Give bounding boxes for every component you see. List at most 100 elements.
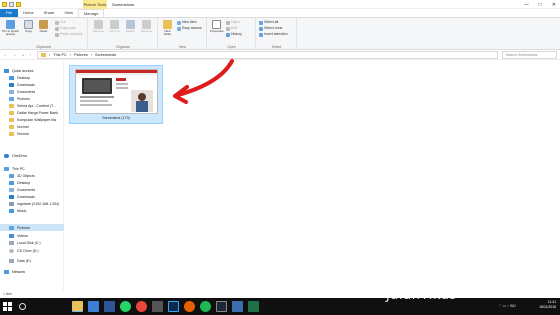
address-bar[interactable]: › This PC › Pictures › Screenshots xyxy=(37,51,498,59)
properties-icon[interactable] xyxy=(9,2,14,7)
nav-label: Normal xyxy=(17,131,29,136)
tab-view[interactable]: View xyxy=(59,9,78,17)
minimize-icon[interactable]: — xyxy=(524,2,529,8)
breadcrumb-pictures[interactable]: Pictures xyxy=(74,53,88,57)
tab-share[interactable]: Share xyxy=(39,9,60,17)
nav-documents[interactable]: Documents xyxy=(0,186,64,193)
invert-selection-button[interactable]: Invert selection xyxy=(259,32,288,37)
open-button[interactable]: Open xyxy=(226,20,240,25)
pictures-app-icon[interactable] xyxy=(232,301,243,312)
ribbon: Pin to Quick access Copy Paste Cut Copy … xyxy=(0,17,560,50)
nav-this-pc[interactable]: This PC xyxy=(0,165,64,172)
photoshop-icon[interactable] xyxy=(168,301,179,312)
tab-manage[interactable]: Manage xyxy=(77,9,105,17)
firefox-icon[interactable] xyxy=(184,301,195,312)
nav-folder[interactable]: Normal xyxy=(0,123,64,130)
nav-label: Desktop xyxy=(17,75,31,80)
store-icon[interactable] xyxy=(88,301,99,312)
select-none-button[interactable]: Select none xyxy=(259,26,283,31)
nav-data-drive[interactable]: Data (E:) xyxy=(0,257,64,264)
search-input[interactable]: Search Screenshots xyxy=(502,51,557,59)
breadcrumb-screenshots[interactable]: Screenshots xyxy=(95,53,116,57)
nav-label: mgshare (\\192.168.1.254) xyxy=(17,201,60,206)
file-item-selected[interactable]: Screenshot (170) xyxy=(69,65,163,124)
copy-path-button[interactable]: Copy path xyxy=(55,26,76,31)
nav-desktop[interactable]: Desktop xyxy=(0,74,64,81)
up-icon[interactable]: ↑ xyxy=(29,52,32,58)
select-none-label: Select none xyxy=(264,26,283,30)
recent-locations-icon[interactable]: ⌄ xyxy=(21,52,25,58)
nav-folder[interactable]: Normal xyxy=(0,130,64,137)
copy-to-button[interactable]: Copy to xyxy=(108,20,121,33)
file-explorer-icon[interactable] xyxy=(72,301,83,312)
system-tray-icons[interactable]: ⌃ ▭ ♪ IND xyxy=(499,304,516,308)
steam-icon[interactable] xyxy=(216,301,227,312)
search-icon[interactable] xyxy=(19,303,26,310)
new-group-label: New xyxy=(178,45,186,49)
language-indicator[interactable]: IND xyxy=(510,304,516,308)
nav-desktop[interactable]: Desktop xyxy=(0,179,64,186)
nav-downloads[interactable]: Downloads xyxy=(0,81,64,88)
excel-icon[interactable] xyxy=(248,301,259,312)
nav-pictures-selected[interactable]: Pictures xyxy=(0,224,64,231)
nav-network-drive[interactable]: mgshare (\\192.168.1.254) xyxy=(0,200,64,207)
move-to-button[interactable]: Move to xyxy=(92,20,105,33)
nav-onedrive[interactable]: OneDrive xyxy=(0,152,64,159)
nav-local-disk[interactable]: Local Disk (C:) xyxy=(0,239,64,246)
documents-icon xyxy=(9,187,14,192)
maximize-icon[interactable]: □ xyxy=(539,2,542,8)
breadcrumb-this-pc[interactable]: This PC xyxy=(53,53,67,57)
documents-icon xyxy=(9,89,14,94)
cut-button[interactable]: Cut xyxy=(55,20,65,25)
close-icon[interactable]: ✕ xyxy=(552,2,556,8)
organize-group: Move to Copy to Delete Rename Organize xyxy=(89,18,158,50)
pin-quick-access-button[interactable]: Pin to Quick access xyxy=(2,20,19,37)
spotify-icon[interactable] xyxy=(200,301,211,312)
back-icon[interactable]: ← xyxy=(3,52,8,58)
properties-button[interactable]: Properties xyxy=(210,20,224,33)
file-list: Screenshot (170) xyxy=(65,61,560,291)
new-folder-icon[interactable] xyxy=(16,2,21,7)
forward-icon[interactable]: → xyxy=(12,52,17,58)
tab-file[interactable]: File xyxy=(0,9,18,17)
nav-label: Quick access xyxy=(12,68,34,73)
select-all-icon xyxy=(259,20,263,25)
nav-network[interactable]: Network xyxy=(0,268,64,275)
nav-music[interactable]: Music xyxy=(0,207,64,214)
paste-shortcut-button[interactable]: Paste shortcut xyxy=(55,32,82,37)
word-icon[interactable] xyxy=(104,301,115,312)
whatsapp-icon[interactable] xyxy=(120,301,131,312)
clock[interactable]: 11:41 18/11/2018 xyxy=(539,300,556,310)
history-button[interactable]: History xyxy=(226,32,242,37)
windows-start-icon[interactable] xyxy=(3,302,12,311)
nav-3d-objects[interactable]: 3D Objects xyxy=(0,172,64,179)
select-all-button[interactable]: Select all xyxy=(259,20,278,25)
folder-icon[interactable] xyxy=(2,2,7,7)
chrome-icon[interactable] xyxy=(136,301,147,312)
copy-button[interactable]: Copy xyxy=(22,20,35,33)
nav-folder[interactable]: Kumpulan Wallpaper bla xyxy=(0,116,64,123)
nav-cd-drive[interactable]: CD Drive (D:) xyxy=(0,247,64,254)
edit-button[interactable]: Edit xyxy=(226,26,237,31)
folder-icon xyxy=(41,53,46,57)
camera-icon[interactable] xyxy=(152,301,163,312)
new-item-button[interactable]: New item xyxy=(177,20,197,25)
folder-icon xyxy=(9,110,14,115)
nav-folder[interactable]: Daftar Harga Power Bank xyxy=(0,109,64,116)
rename-button[interactable]: Rename xyxy=(140,20,153,33)
paste-button[interactable]: Paste xyxy=(37,20,50,33)
nav-pictures[interactable]: Pictures xyxy=(0,95,64,102)
nav-quick-access[interactable]: Quick access xyxy=(0,67,64,74)
nav-videos[interactable]: Videos xyxy=(0,232,64,239)
folder-icon xyxy=(9,124,14,129)
delete-button[interactable]: Delete xyxy=(124,20,137,33)
tab-home[interactable]: Home xyxy=(18,9,39,17)
new-folder-button[interactable]: New folder xyxy=(161,20,174,37)
pin-icon xyxy=(6,20,15,29)
address-row: ← → ⌄ ↑ › This PC › Pictures › Screensho… xyxy=(0,50,560,60)
nav-folder[interactable]: Selma Api - Content (T... xyxy=(0,102,64,109)
easy-access-button[interactable]: Easy access xyxy=(177,26,202,31)
nav-label: Pictures xyxy=(17,96,30,101)
nav-downloads[interactable]: Downloads xyxy=(0,193,64,200)
nav-documents[interactable]: Documents xyxy=(0,88,64,95)
